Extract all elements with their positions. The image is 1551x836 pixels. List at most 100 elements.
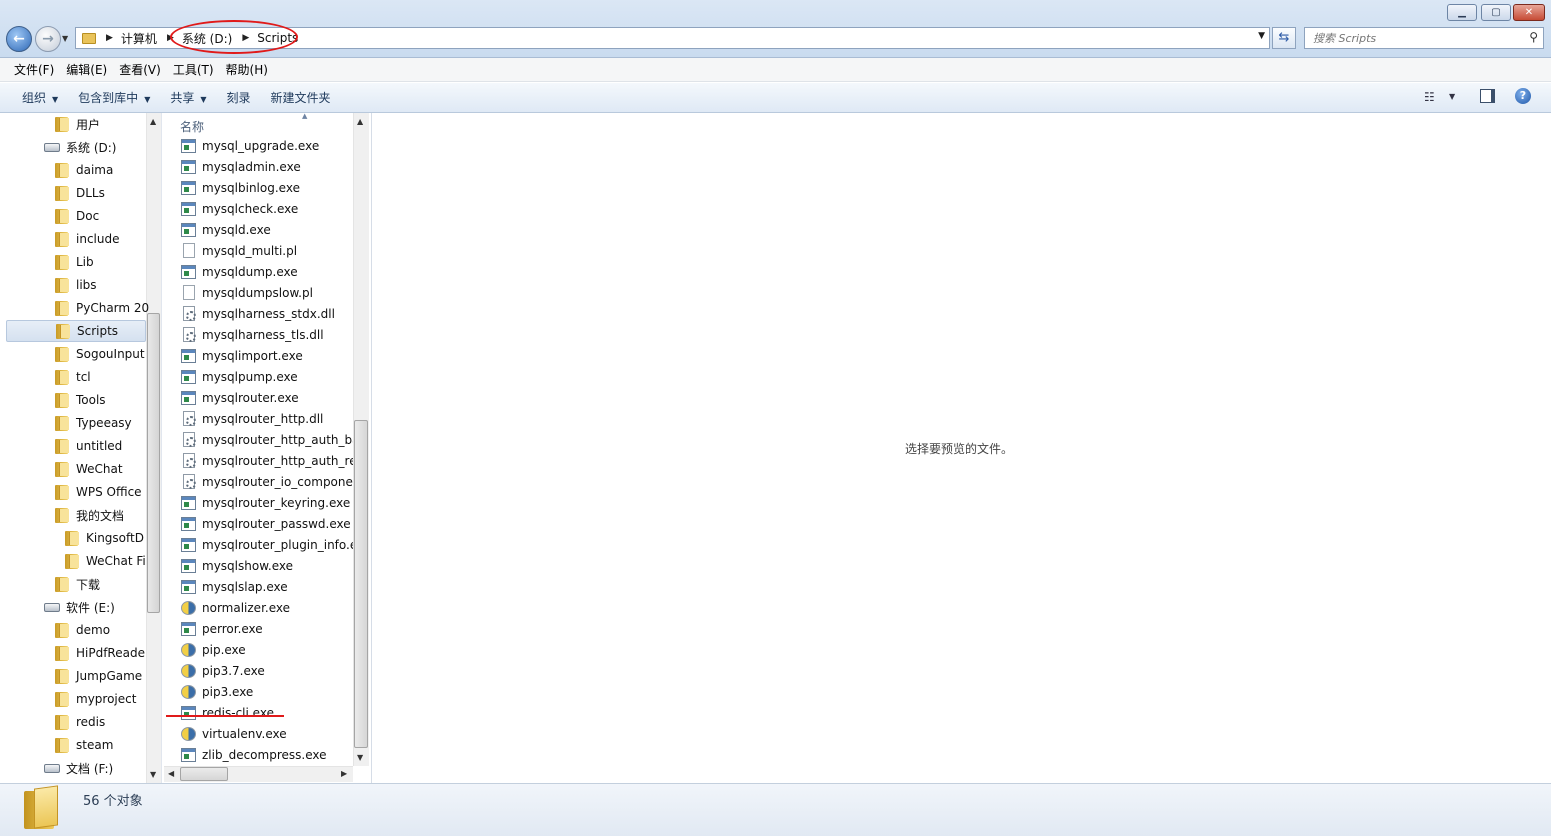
burn-button[interactable]: 刻录: [217, 89, 261, 106]
breadcrumb-drive-d[interactable]: 系统 (D:): [182, 30, 232, 47]
file-row[interactable]: mysqldumpslow.pl: [181, 282, 353, 303]
scroll-up-icon[interactable]: ▲: [357, 117, 363, 126]
nav-folder-item[interactable]: libs: [55, 274, 97, 296]
nav-folder-item[interactable]: WPS Office: [55, 481, 142, 503]
nav-folder-item[interactable]: 我的文档: [55, 504, 124, 526]
search-box[interactable]: ⚲: [1304, 27, 1544, 49]
file-row[interactable]: virtualenv.exe: [181, 723, 353, 744]
menu-view[interactable]: 查看(V): [113, 61, 167, 78]
forward-button[interactable]: →: [35, 26, 61, 52]
file-row[interactable]: mysqlrouter_keyring.exe: [181, 492, 353, 513]
file-row[interactable]: pip3.exe: [181, 681, 353, 702]
file-row[interactable]: mysqld_multi.pl: [181, 240, 353, 261]
nav-folder-item[interactable]: myproject: [55, 688, 136, 710]
file-row[interactable]: mysqlrouter_io_component.dll: [181, 471, 353, 492]
search-input[interactable]: [1313, 28, 1523, 48]
file-list-horizontal-scrollbar-thumb[interactable]: [180, 767, 228, 781]
minimize-button[interactable]: ▁: [1447, 4, 1477, 21]
file-row[interactable]: mysqlharness_tls.dll: [181, 324, 353, 345]
file-row[interactable]: mysqlpump.exe: [181, 366, 353, 387]
address-bar[interactable]: ▶ 计算机 ▶ 系统 (D:) ▶ Scripts ▼: [75, 27, 1270, 49]
nav-folder-item[interactable]: Scripts: [6, 320, 146, 342]
crumb-separator-icon[interactable]: ▶: [167, 33, 174, 43]
file-row[interactable]: mysql_upgrade.exe: [181, 135, 353, 156]
file-row[interactable]: mysqld.exe: [181, 219, 353, 240]
file-row[interactable]: mysqlrouter_http_auth_realm.dll: [181, 450, 353, 471]
nav-folder-item[interactable]: PyCharm 20: [55, 297, 149, 319]
scroll-left-icon[interactable]: ◀: [168, 769, 174, 778]
breadcrumb-scripts[interactable]: Scripts: [257, 31, 298, 45]
file-row[interactable]: pip3.7.exe: [181, 660, 353, 681]
file-row[interactable]: mysqlrouter_http.dll: [181, 408, 353, 429]
file-row[interactable]: mysqlimport.exe: [181, 345, 353, 366]
help-icon[interactable]: ?: [1515, 88, 1531, 104]
breadcrumb-computer[interactable]: 计算机: [121, 30, 157, 47]
nav-folder-item[interactable]: KingsoftD: [65, 527, 144, 549]
nav-folder-item[interactable]: untitled: [55, 435, 122, 457]
file-row[interactable]: pip.exe: [181, 639, 353, 660]
file-row[interactable]: mysqlshow.exe: [181, 555, 353, 576]
file-row[interactable]: mysqlrouter_passwd.exe: [181, 513, 353, 534]
nav-drive-item[interactable]: 软件 (E:): [44, 596, 115, 618]
nav-folder-item[interactable]: include: [55, 228, 119, 250]
share-button[interactable]: 共享 ▼: [160, 89, 216, 106]
new-folder-button[interactable]: 新建文件夹: [261, 89, 341, 106]
nav-folder-item[interactable]: Lib: [55, 251, 94, 273]
recent-pages-dropdown[interactable]: ▼: [62, 34, 68, 43]
nav-folder-item[interactable]: Doc: [55, 205, 99, 227]
scroll-right-icon[interactable]: ▶: [341, 769, 347, 778]
nav-folder-item[interactable]: SogouInput: [55, 343, 145, 365]
file-row[interactable]: mysqlharness_stdx.dll: [181, 303, 353, 324]
back-button[interactable]: ←: [6, 26, 32, 52]
search-icon[interactable]: ⚲: [1529, 30, 1538, 44]
file-row[interactable]: normalizer.exe: [181, 597, 353, 618]
nav-folder-item[interactable]: demo: [55, 619, 110, 641]
preview-pane-toggle-icon[interactable]: [1480, 89, 1495, 103]
scroll-down-icon[interactable]: ▼: [357, 753, 363, 762]
crumb-separator-icon[interactable]: ▶: [106, 33, 113, 43]
nav-drive-item[interactable]: 文档 (F:): [44, 757, 113, 779]
nav-folder-item[interactable]: Tools: [55, 389, 106, 411]
menu-help[interactable]: 帮助(H): [220, 61, 274, 78]
nav-folder-item[interactable]: WeChat: [55, 458, 123, 480]
file-list-vertical-scrollbar-thumb[interactable]: [354, 420, 368, 748]
nav-folder-item[interactable]: 下载: [55, 573, 100, 595]
nav-folder-item[interactable]: HiPdfReade: [55, 642, 145, 664]
menu-edit[interactable]: 编辑(E): [60, 61, 113, 78]
nav-folder-item[interactable]: JumpGame: [55, 665, 142, 687]
nav-folder-item[interactable]: daima: [55, 159, 113, 181]
file-row[interactable]: mysqlbinlog.exe: [181, 177, 353, 198]
file-row[interactable]: redis-cli.exe: [181, 702, 353, 723]
close-button[interactable]: ✕: [1513, 4, 1545, 21]
nav-folder-item[interactable]: steam: [55, 734, 113, 756]
menu-file[interactable]: 文件(F): [8, 61, 60, 78]
nav-folder-item[interactable]: 用户: [55, 113, 100, 135]
file-row[interactable]: mysqlrouter_http_auth_backend.dll: [181, 429, 353, 450]
refresh-button[interactable]: ⇆: [1272, 27, 1296, 49]
file-row[interactable]: mysqladmin.exe: [181, 156, 353, 177]
nav-folder-item[interactable]: DLLs: [55, 182, 105, 204]
file-row[interactable]: mysqldump.exe: [181, 261, 353, 282]
organize-button[interactable]: 组织 ▼: [12, 89, 68, 106]
file-row[interactable]: perror.exe: [181, 618, 353, 639]
file-row[interactable]: mysqlslap.exe: [181, 576, 353, 597]
navigation-scrollbar-thumb[interactable]: [147, 313, 160, 613]
view-options-dropdown-icon[interactable]: ▼: [1449, 92, 1455, 101]
address-dropdown-icon[interactable]: ▼: [1258, 31, 1265, 41]
include-in-library-button[interactable]: 包含到库中 ▼: [68, 89, 160, 106]
file-row[interactable]: mysqlrouter_plugin_info.exe: [181, 534, 353, 555]
column-header-name[interactable]: 名称: [180, 118, 204, 135]
scroll-up-icon[interactable]: ▲: [150, 117, 156, 126]
file-row[interactable]: zlib_decompress.exe: [181, 744, 353, 765]
file-row[interactable]: mysqlcheck.exe: [181, 198, 353, 219]
nav-drive-item[interactable]: 系统 (D:): [44, 136, 116, 158]
change-view-icon[interactable]: ☷: [1424, 90, 1435, 104]
nav-folder-item[interactable]: Typeeasy: [55, 412, 132, 434]
nav-folder-item[interactable]: redis: [55, 711, 105, 733]
menu-tools[interactable]: 工具(T): [167, 61, 220, 78]
crumb-separator-icon[interactable]: ▶: [242, 33, 249, 43]
nav-folder-item[interactable]: WeChat Fi: [65, 550, 146, 572]
scroll-down-icon[interactable]: ▼: [150, 770, 156, 779]
maximize-button[interactable]: ▢: [1481, 4, 1511, 21]
nav-folder-item[interactable]: tcl: [55, 366, 91, 388]
